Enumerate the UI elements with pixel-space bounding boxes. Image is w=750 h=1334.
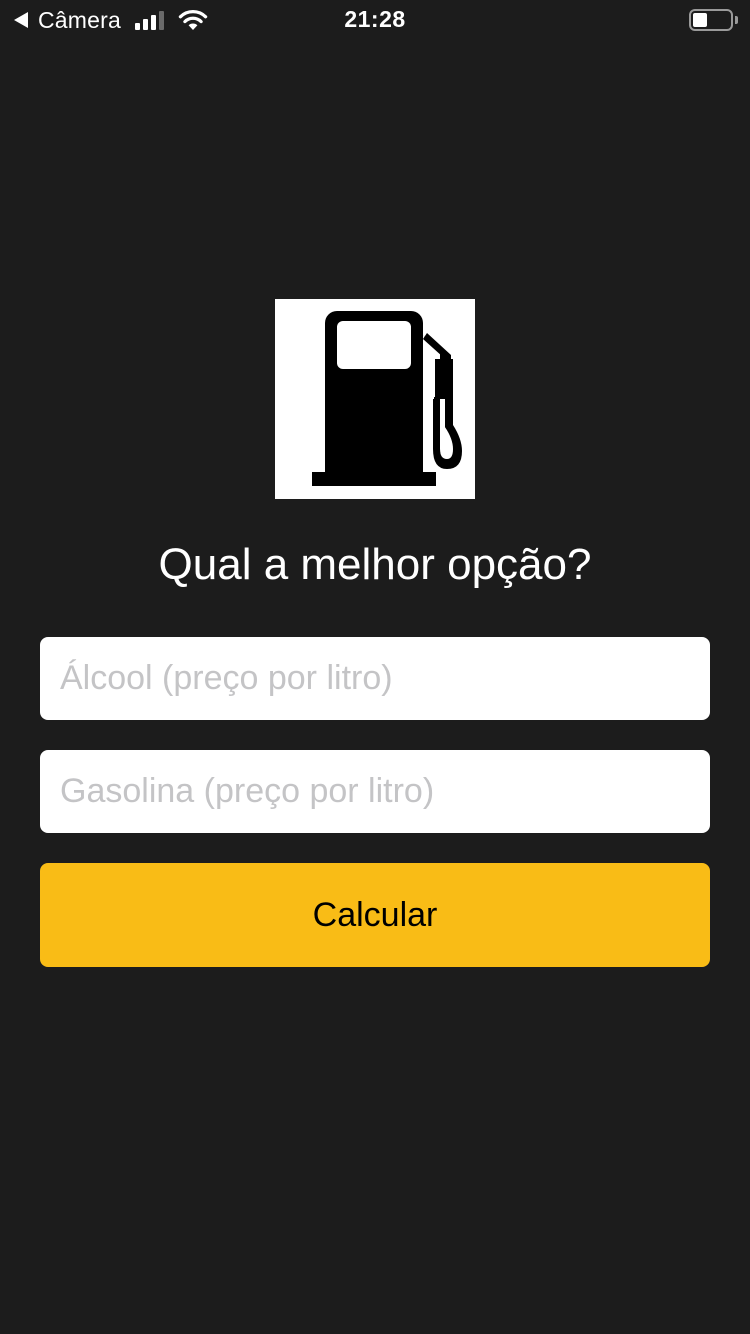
alcool-price-input[interactable] xyxy=(40,637,710,720)
status-time: 21:28 xyxy=(344,6,406,32)
battery-level xyxy=(693,13,708,27)
calculate-button[interactable]: Calcular xyxy=(40,863,710,967)
page-title: Qual a melhor opção? xyxy=(158,540,592,589)
gasolina-price-input[interactable] xyxy=(40,750,710,833)
fuel-pump-logo xyxy=(275,299,475,499)
status-bar: Câmera 21:28 xyxy=(0,0,750,40)
battery-icon xyxy=(689,9,738,31)
fuel-pump-icon xyxy=(312,311,462,486)
app-screen: Câmera 21:28 Qual a melhor opção? Álcool… xyxy=(0,0,750,1334)
